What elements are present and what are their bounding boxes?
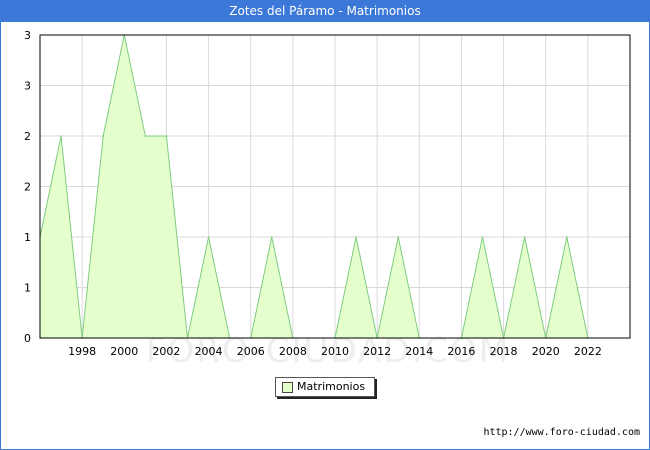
data-point	[144, 135, 147, 137]
x-tick-label: 2002	[152, 345, 180, 358]
y-tick-label: 1	[24, 231, 31, 244]
data-point	[102, 135, 105, 137]
x-tick-label: 2010	[321, 345, 349, 358]
legend-swatch	[282, 382, 293, 393]
x-tick-label: 2008	[279, 345, 307, 358]
x-tick-label: 2020	[532, 345, 560, 358]
y-tick-label: 3	[24, 29, 31, 42]
y-tick-label: 1	[24, 282, 31, 295]
x-tick-label: 2006	[237, 345, 265, 358]
x-tick-label: 2016	[447, 345, 475, 358]
y-tick-label: 2	[24, 130, 31, 143]
x-tick-label: 2000	[110, 345, 138, 358]
data-point	[565, 236, 568, 238]
x-tick-label: 2022	[574, 345, 602, 358]
source-link[interactable]: http://www.foro-ciudad.com	[483, 427, 640, 438]
data-point	[481, 236, 484, 238]
data-point	[165, 135, 168, 137]
data-point	[523, 236, 526, 238]
data-point	[60, 135, 62, 137]
y-tick-label: 3	[24, 80, 31, 93]
y-axis: 0 1 1 2 2 3 3	[24, 29, 31, 345]
y-tick-label: 2	[24, 181, 31, 194]
x-tick-label: 2004	[195, 345, 223, 358]
y-tick-label: 0	[24, 332, 31, 345]
data-point	[207, 236, 210, 238]
data-point	[355, 236, 357, 238]
data-point	[397, 236, 400, 238]
x-tick-label: 2018	[490, 345, 518, 358]
legend: Matrimonios	[275, 377, 375, 397]
x-tick-label: 2014	[405, 345, 433, 358]
x-tick-label: 2012	[363, 345, 391, 358]
data-point	[270, 236, 273, 238]
x-tick-label: 1998	[68, 345, 96, 358]
legend-label: Matrimonios	[297, 380, 366, 393]
